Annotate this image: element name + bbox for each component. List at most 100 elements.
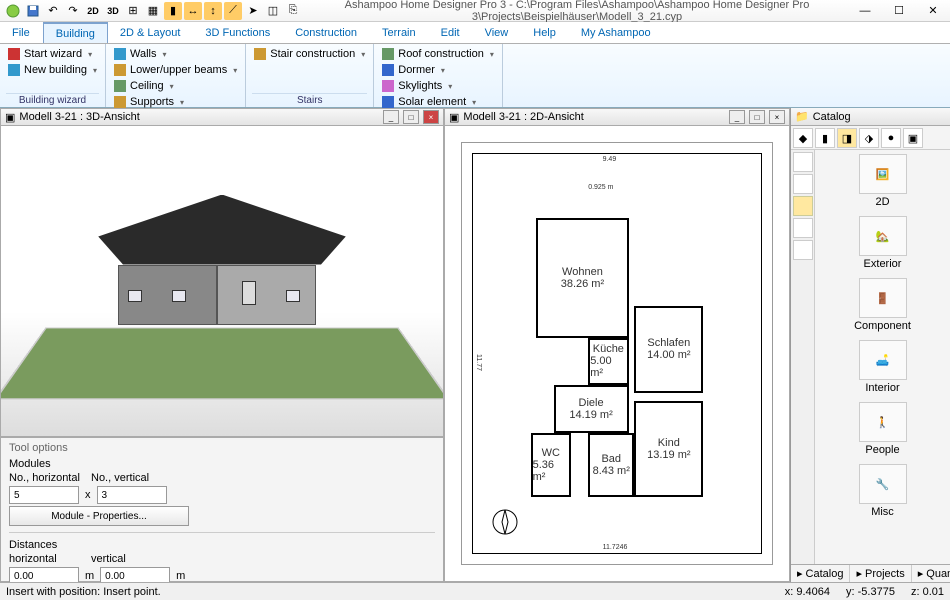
ribbon-skylights[interactable]: Skylights▾	[380, 78, 496, 94]
chevron-down-icon: ▾	[448, 82, 452, 91]
views-icon[interactable]: ▦	[144, 2, 162, 20]
ribbon-dormer[interactable]: Dormer▾	[380, 62, 496, 78]
unit-m-2: m	[176, 570, 185, 582]
menu-tab-2d-layout[interactable]: 2D & Layout	[108, 22, 194, 43]
save-icon[interactable]	[24, 2, 42, 20]
view-2d-canvas[interactable]: 9.49 0.925 m 11.77 11.7246 Wohnen38.26 m…	[444, 126, 790, 582]
maximize-button[interactable]: ☐	[882, 0, 916, 22]
tool-icon[interactable]: ▮	[164, 2, 182, 20]
house-model	[98, 235, 346, 344]
view-3d-canvas[interactable]	[0, 126, 444, 437]
view-3d-close-button[interactable]: ×	[423, 110, 439, 124]
menu-tab-view[interactable]: View	[473, 22, 522, 43]
view-2d-max-button[interactable]: □	[749, 110, 765, 124]
extra1-icon[interactable]: ◫	[264, 2, 282, 20]
catalog-footer-tab-projects[interactable]: ▸Projects	[850, 565, 911, 582]
catalog-item-people[interactable]: 🚶People	[853, 402, 913, 456]
cattab-3[interactable]: ◨	[837, 128, 857, 148]
menu-tab-building[interactable]: Building	[43, 22, 108, 43]
ribbon-group-stairs: Stair construction▾ Stairs	[246, 44, 374, 107]
ruler-v-icon[interactable]: ↕	[204, 2, 222, 20]
ribbon-roof-construction[interactable]: Roof construction▾	[380, 46, 496, 62]
chevron-down-icon: ▾	[361, 50, 365, 59]
view-2d-min-button[interactable]: _	[729, 110, 745, 124]
mode-2d-icon[interactable]: 2D	[84, 2, 102, 20]
skylights-icon	[382, 80, 394, 92]
ribbon-group-label: Stairs	[252, 93, 367, 107]
cattab-6[interactable]: ▣	[903, 128, 923, 148]
catalog-thumb-icon: 🚪	[859, 278, 907, 318]
room-wc: WC5.36 m²	[531, 433, 571, 497]
window-title: Ashampoo Home Designer Pro 3 - C:\Progra…	[306, 0, 848, 23]
close-button[interactable]: ✕	[916, 0, 950, 22]
right-column: ▣ Modell 3-21 : 2D-Ansicht _ □ × 9.49 0.…	[444, 108, 790, 582]
catalog-thumb-icon: 🖼️	[859, 154, 907, 194]
cross-section-icon[interactable]: ⊞	[124, 2, 142, 20]
supports-icon	[114, 96, 126, 108]
ribbon-group-building-wizard: Start wizard▾New building▾Building wizar…	[0, 44, 106, 107]
module-properties-button[interactable]: Module - Properties...	[9, 506, 189, 526]
catalog-footer-tab-quantities[interactable]: ▸Quantities	[912, 565, 950, 582]
ribbon-ceiling[interactable]: Ceiling▾	[112, 78, 239, 94]
catalog-side-tabs	[791, 150, 815, 564]
minimize-button[interactable]: —	[848, 0, 882, 22]
catalog-item-label: Exterior	[853, 258, 913, 270]
catalog-item-2d[interactable]: 🖼️2D	[853, 154, 913, 208]
app-icon[interactable]	[4, 2, 22, 20]
catalog-footer-tab-catalog[interactable]: ▸Catalog	[791, 565, 850, 582]
chevron-down-icon: ▾	[170, 82, 174, 91]
catalog-item-component[interactable]: 🚪Component	[853, 278, 913, 332]
room-schlafen: Schlafen14.00 m²	[634, 306, 703, 394]
cattab-2[interactable]: ▮	[815, 128, 835, 148]
view-2d-close-button[interactable]: ×	[769, 110, 785, 124]
catalog-item-exterior[interactable]: 🏡 Exterior	[853, 216, 913, 270]
measure-icon[interactable]: ⟋	[224, 2, 242, 20]
ribbon-lower-upper-beams[interactable]: Lower/upper beams▾	[112, 62, 239, 78]
ribbon-walls[interactable]: Walls▾	[112, 46, 239, 62]
ribbon-item-label: Solar element	[398, 96, 466, 108]
menu-tab-terrain[interactable]: Terrain	[370, 22, 429, 43]
catside-2[interactable]	[793, 174, 813, 194]
cattab-4[interactable]: ⬗	[859, 128, 879, 148]
work-area: ▣ Modell 3-21 : 3D-Ansicht _ □ × Tool op…	[0, 108, 950, 582]
no-vertical-label: No., vertical	[91, 472, 149, 484]
extra2-icon[interactable]: ⎘	[284, 2, 302, 20]
catside-3[interactable]	[793, 196, 813, 216]
menu-tab-my-ashampoo[interactable]: My Ashampoo	[569, 22, 664, 43]
ribbon-item-label: Walls	[130, 48, 156, 60]
status-z: z: 0.01	[911, 586, 944, 598]
room-wohnen: Wohnen38.26 m²	[536, 218, 628, 338]
redo-icon[interactable]: ↷	[64, 2, 82, 20]
compass-icon	[490, 507, 520, 537]
view-3d-min-button[interactable]: _	[383, 110, 399, 124]
ribbon-stair-construction[interactable]: Stair construction▾	[252, 46, 367, 62]
mode-3d-icon[interactable]: 3D	[104, 2, 122, 20]
menu-tab-file[interactable]: File	[0, 22, 43, 43]
menu-tab-3d-functions[interactable]: 3D Functions	[193, 22, 283, 43]
catalog-item-misc[interactable]: 🔧Misc	[853, 464, 913, 518]
no-vertical-input[interactable]	[97, 486, 167, 504]
catalog-item-label: People	[853, 444, 913, 456]
pointer-icon[interactable]: ➤	[244, 2, 262, 20]
catalog-thumb-icon: 🏡	[859, 216, 907, 256]
undo-icon[interactable]: ↶	[44, 2, 62, 20]
ruler-h-icon[interactable]: ↔	[184, 2, 202, 20]
chevron-down-icon: ▾	[441, 66, 445, 75]
catalog-panel: 📁 Catalog ◆ ▮ ◨ ⬗ ● ▣ 🖼️2D🏡Exterior🚪Comp…	[790, 108, 950, 582]
menu-tab-edit[interactable]: Edit	[429, 22, 473, 43]
no-horizontal-input[interactable]	[9, 486, 79, 504]
menu-tab-help[interactable]: Help	[521, 22, 569, 43]
catside-5[interactable]	[793, 240, 813, 260]
catalog-item-interior[interactable]: 🛋️Interior	[853, 340, 913, 394]
x-label: x	[85, 489, 91, 501]
menu-tab-construction[interactable]: Construction	[283, 22, 370, 43]
catside-1[interactable]	[793, 152, 813, 172]
cattab-1[interactable]: ◆	[793, 128, 813, 148]
distances-label: Distances	[9, 539, 435, 551]
view-3d-max-button[interactable]: □	[403, 110, 419, 124]
cattab-5[interactable]: ●	[881, 128, 901, 148]
ribbon-new-building[interactable]: New building▾	[6, 62, 99, 78]
catside-4[interactable]	[793, 218, 813, 238]
ribbon-start-wizard[interactable]: Start wizard▾	[6, 46, 99, 62]
unit-m-1: m	[85, 570, 94, 582]
